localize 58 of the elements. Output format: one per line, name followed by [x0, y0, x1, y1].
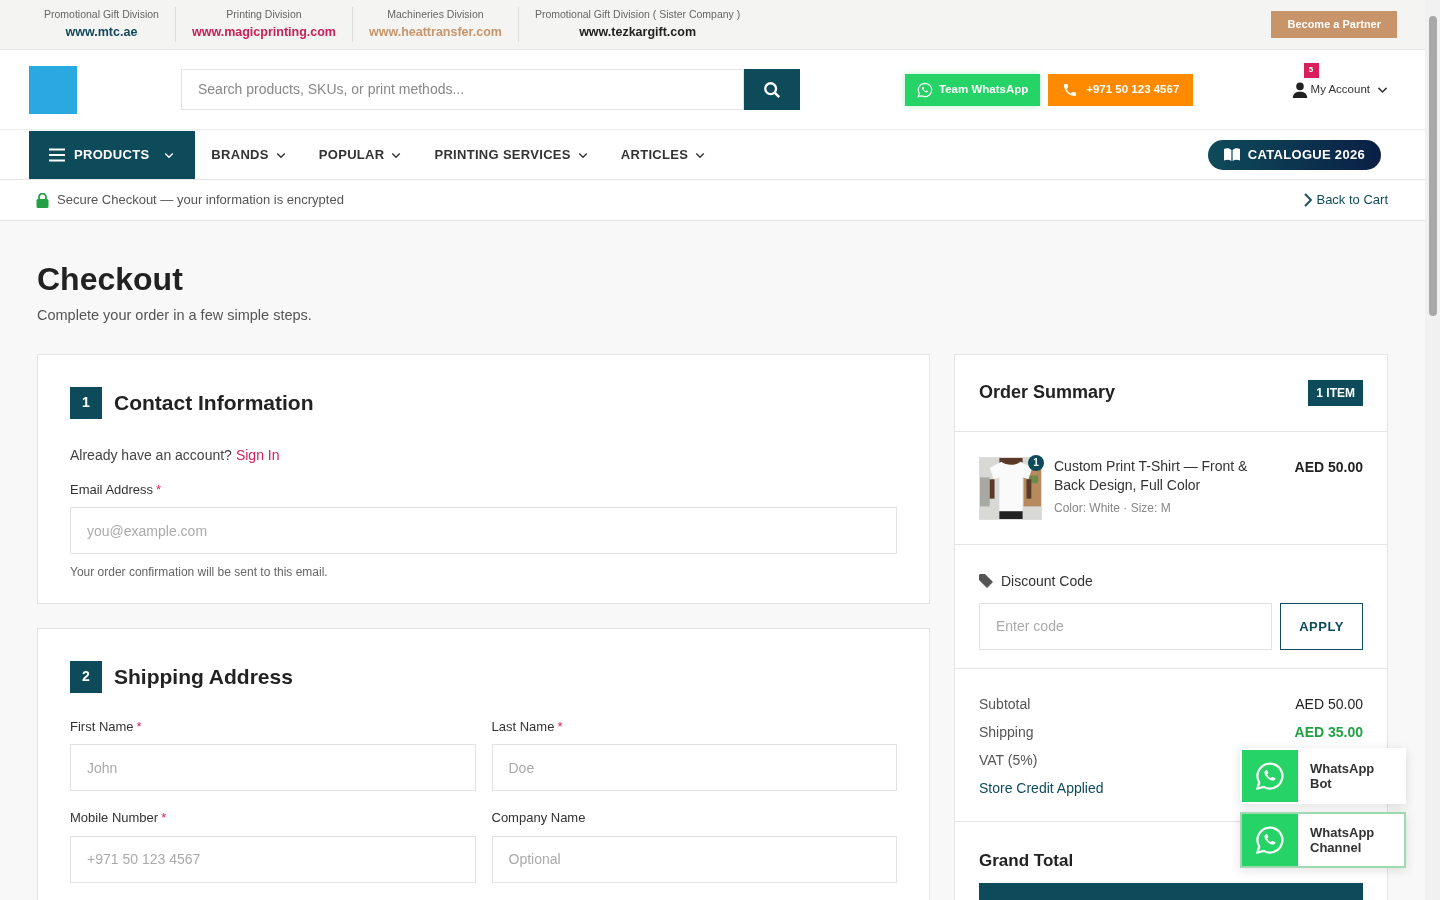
- input-field[interactable]: John: [70, 744, 476, 792]
- field-label: Last Name: [491, 717, 555, 736]
- division-link[interactable]: www.mtc.ae: [65, 23, 138, 42]
- field-label: First Name: [70, 717, 134, 736]
- division-label: Promotional Gift Division ( Sister Company ): [534, 7, 741, 23]
- required-mark: *: [156, 480, 162, 499]
- account-prompt: Already have an account?: [70, 445, 232, 465]
- required-mark: *: [136, 717, 142, 736]
- nav-item[interactable]: POPULAR: [302, 130, 419, 179]
- division-link[interactable]: www.magicprinting.com: [191, 23, 336, 42]
- section-title: Contact Information: [114, 390, 314, 416]
- search-field[interactable]: Search products, SKUs, or print methods...: [181, 69, 744, 110]
- required-mark: *: [557, 717, 563, 736]
- nav-item[interactable]: PRODUCTS: [29, 130, 196, 179]
- division-label: Printing Division: [226, 7, 302, 23]
- quantity-badge: 1: [1028, 454, 1044, 471]
- nav-item[interactable]: BRANDS: [195, 130, 303, 179]
- page-title: Checkout: [37, 261, 184, 297]
- sign-in-link[interactable]: Sign In: [235, 444, 280, 466]
- section-title: Shipping Address: [114, 664, 293, 690]
- input-field[interactable]: +971 50 123 4567: [70, 835, 476, 883]
- total-label: Subtotal: [979, 694, 1031, 712]
- page-subtitle: Complete your order in a few simple steps.: [37, 306, 313, 325]
- total-label: Shipping: [979, 722, 1034, 740]
- apply-button[interactable]: APPLY: [1280, 602, 1363, 650]
- whatsapp-float-button[interactable]: WhatsApp Channel: [1240, 812, 1406, 868]
- item-count-badge: 1 ITEM: [1308, 379, 1363, 406]
- total-value: AED 50.00: [1295, 694, 1363, 712]
- division-label: Machineries Division: [387, 7, 484, 23]
- catalogue-button[interactable]: CATALOGUE 2026: [1207, 139, 1381, 170]
- summary-title: Order Summary: [979, 381, 1116, 405]
- field-hint: Your order confirmation will be sent to this email.: [70, 564, 329, 582]
- notification-badge: 5: [1303, 62, 1319, 78]
- field-label: Company Name: [491, 809, 586, 828]
- step-number: 1: [70, 386, 102, 419]
- secure-note: Secure Checkout — your information is encrypted: [57, 191, 344, 210]
- discount-label: Discount Code: [1001, 571, 1093, 591]
- field-label: Email Address: [70, 480, 154, 499]
- total-value: AED 35.00: [1294, 722, 1363, 740]
- required-mark: *: [161, 809, 167, 828]
- whatsapp-float-button[interactable]: WhatsApp Bot: [1240, 748, 1406, 804]
- field-label: Mobile Number: [70, 809, 159, 828]
- product-variant: Color: White · Size: M: [1054, 499, 1172, 517]
- store-credit-link[interactable]: Store Credit Applied: [979, 777, 1104, 796]
- step-number: 2: [70, 660, 102, 693]
- division-label: Promotional Gift Division: [44, 7, 159, 23]
- input-field[interactable]: you@example.com: [70, 507, 897, 555]
- division-link[interactable]: www.tezkargift.com: [579, 23, 697, 42]
- input-field[interactable]: Optional: [491, 835, 897, 883]
- product-price: AED 50.00: [1294, 457, 1363, 477]
- product-name: Custom Print T-Shirt — Front & Back Design, Full Color: [1054, 456, 1249, 495]
- nav-item[interactable]: ARTICLES: [604, 130, 723, 179]
- input-field[interactable]: Doe: [491, 744, 897, 792]
- grand-total-label: Grand Total: [979, 849, 1074, 872]
- back-link[interactable]: Back to Cart: [1303, 190, 1388, 210]
- total-label: VAT (5%): [979, 750, 1038, 768]
- input-field[interactable]: Enter code: [979, 602, 1272, 650]
- nav-item[interactable]: PRINTING SERVICES: [418, 130, 605, 179]
